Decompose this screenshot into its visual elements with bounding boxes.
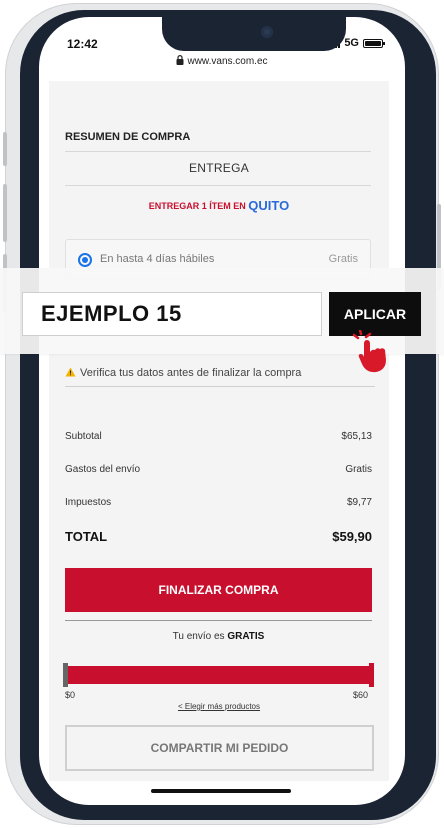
shipping-note-prefix: Tu envío es [172, 631, 225, 642]
address-bar[interactable]: www.vans.com.ec [39, 55, 405, 67]
delivery-option-radio[interactable] [78, 253, 92, 267]
tax-value: $9,77 [346, 497, 372, 508]
coupon-code-input[interactable] [22, 292, 322, 336]
progress-end-marker [369, 663, 374, 687]
finalize-purchase-button[interactable]: FINALIZAR COMPRA [65, 568, 372, 612]
progress-min-label: $0 [65, 690, 76, 700]
delivery-city-link[interactable]: QUITO [248, 198, 289, 213]
warning-icon [65, 367, 76, 377]
divider [65, 620, 372, 621]
total-label: TOTAL [65, 529, 108, 544]
phone-screen: 12:42 5G www.vans.com.ec RESUMEN DE COMP… [39, 17, 405, 805]
divider [65, 386, 375, 387]
delivery-prefix: ENTREGAR 1 ÍTEM EN [148, 201, 246, 211]
delivery-section-title: ENTREGA [188, 161, 250, 175]
shipping-cost-label: Gastos del envío [65, 464, 141, 475]
tax-label: Impuestos [65, 497, 112, 508]
delivery-destination: ENTREGAR 1 ÍTEM EN QUITO [49, 198, 389, 213]
battery-icon [363, 38, 385, 48]
progress-start-marker [63, 663, 68, 687]
home-indicator[interactable] [151, 789, 291, 793]
progress-max-label: $60 [353, 690, 369, 700]
network-label: 5G [344, 37, 359, 49]
tax-row: Impuestos $9,77 [65, 497, 372, 508]
notch [162, 17, 346, 51]
divider [65, 151, 371, 152]
free-shipping-note: Tu envío es GRATIS [65, 631, 372, 642]
total-value: $59,90 [332, 529, 372, 544]
delivery-option-price: Gratis [328, 253, 358, 265]
mute-switch [3, 132, 7, 166]
summary-title: RESUMEN DE COMPRA [65, 131, 191, 143]
shipping-note-emphasis: GRATIS [227, 631, 265, 642]
delivery-option-label: En hasta 4 días hábiles [100, 253, 215, 265]
status-time: 12:42 [67, 37, 98, 51]
shipping-cost-value: Gratis [345, 464, 372, 475]
shipping-cost-row: Gastos del envío Gratis [65, 464, 372, 475]
progress-fill [65, 666, 372, 684]
tap-hand-icon [352, 330, 386, 373]
total-row: TOTAL $59,90 [65, 529, 372, 544]
free-shipping-progress-bar [63, 663, 374, 687]
warning-text: Verifica tus datos antes de finalizar la… [80, 367, 302, 379]
volume-up-button [3, 184, 7, 242]
subtotal-row: Subtotal $65,13 [65, 431, 372, 442]
choose-more-products-link[interactable]: < Elegir más productos [49, 702, 389, 711]
warning-message: Verifica tus datos antes de finalizar la… [65, 367, 301, 379]
subtotal-value: $65,13 [341, 431, 372, 442]
checkout-summary: RESUMEN DE COMPRA ENTREGA ENTREGAR 1 ÍTE… [49, 81, 389, 781]
share-order-button[interactable]: COMPARTIR MI PEDIDO [65, 725, 374, 771]
url-text: www.vans.com.ec [187, 56, 268, 67]
camera-icon [261, 26, 273, 38]
lock-icon [176, 55, 184, 65]
divider [65, 185, 371, 186]
subtotal-label: Subtotal [65, 431, 102, 442]
